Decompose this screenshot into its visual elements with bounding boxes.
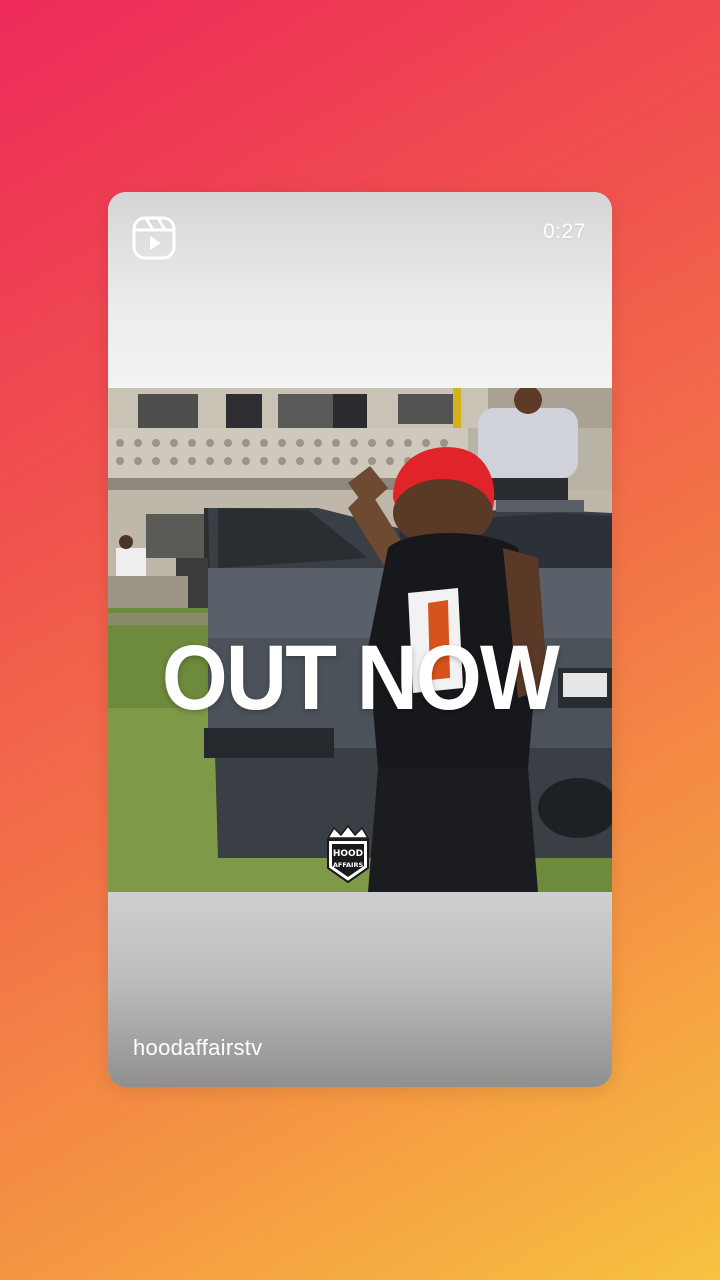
reel-video-frame[interactable]: OUT NOW HOOD AFFAIRS bbox=[108, 388, 612, 892]
card-top-area bbox=[108, 192, 612, 388]
reel-author-username[interactable]: hoodaffairstv bbox=[133, 1035, 262, 1061]
shared-reel-card[interactable]: 0:27 OUT NOW HOOD AFFAIRS hoodaffairstv bbox=[108, 192, 612, 1087]
reel-duration: 0:27 bbox=[543, 220, 586, 243]
hood-affairs-logo: HOOD AFFAIRS bbox=[324, 824, 372, 884]
svg-text:AFFAIRS: AFFAIRS bbox=[333, 861, 364, 869]
svg-text:HOOD: HOOD bbox=[333, 849, 363, 859]
reels-icon bbox=[132, 216, 176, 260]
overlay-caption-out-now: OUT NOW bbox=[161, 627, 560, 729]
